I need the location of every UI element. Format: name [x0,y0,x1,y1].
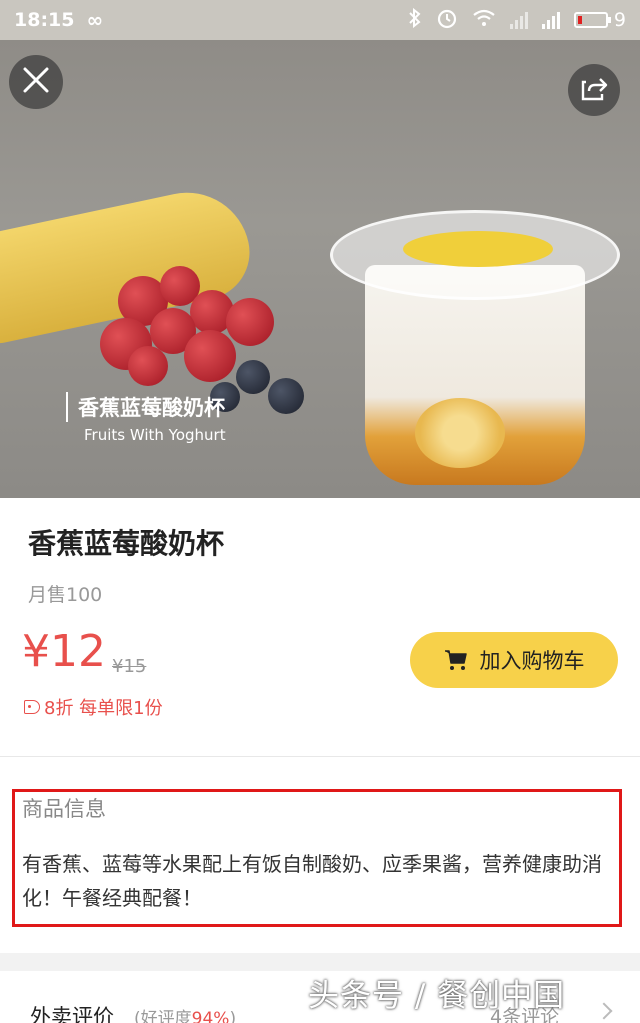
share-icon [580,74,608,106]
product-info: 香蕉蓝莓酸奶杯 月售100 ¥12 ¥15 8折 每单限1份 加入购物车 [0,498,640,756]
signal-icon [509,11,528,29]
share-button[interactable] [568,64,620,116]
original-price: ¥15 [112,656,147,677]
yogurt-cup-illustration [330,210,620,490]
discount-text: 8折 每单限1份 [44,698,163,719]
reviews-title: 外卖评价 [30,1005,114,1023]
tag-icon [24,700,40,714]
details-title: 商品信息 [22,797,106,821]
alarm-icon [436,7,458,34]
rating-value: 94% [191,1009,230,1023]
product-details-section: 商品信息 有香蕉、蓝莓等水果配上有饭自制酸奶、应季果酱，营养健康助消化！午餐经典… [0,757,640,953]
product-title: 香蕉蓝莓酸奶杯 [28,527,225,560]
watermark: 头条号 / 餐创中国 [308,978,566,1014]
bluetooth-icon [408,7,422,33]
current-price: ¥12 [22,626,106,677]
battery-level: 9 [613,9,626,31]
status-bar: 18:15 ∞ 9 [0,0,640,40]
close-icon [21,65,51,99]
caption-chinese: 香蕉蓝莓酸奶杯 [66,392,226,422]
caption-english: Fruits With Yoghurt [84,426,226,444]
discount-info: 8折 每单限1份 [24,694,163,720]
status-icons: 9 [408,7,626,34]
details-description: 有香蕉、蓝莓等水果配上有饭自制酸奶、应季果酱，营养健康助消化！午餐经典配餐！ [22,852,602,910]
chevron-right-icon[interactable] [595,1002,613,1020]
battery-icon: 9 [573,9,626,31]
positive-rating: (好评度94%) [134,1004,236,1023]
add-to-cart-label: 加入购物车 [479,649,585,673]
loop-icon: ∞ [86,8,104,32]
cart-icon [444,649,468,671]
4g-signal-icon [541,11,560,29]
add-to-cart-button[interactable]: 加入购物车 [410,632,618,688]
image-caption: 香蕉蓝莓酸奶杯 Fruits With Yoghurt [66,392,226,444]
close-button[interactable] [9,55,63,109]
product-image: 香蕉蓝莓酸奶杯 Fruits With Yoghurt [0,40,640,498]
monthly-sales: 月售100 [28,584,103,606]
status-time: 18:15 [14,9,75,31]
wifi-icon [472,9,496,32]
section-gap [0,953,640,971]
